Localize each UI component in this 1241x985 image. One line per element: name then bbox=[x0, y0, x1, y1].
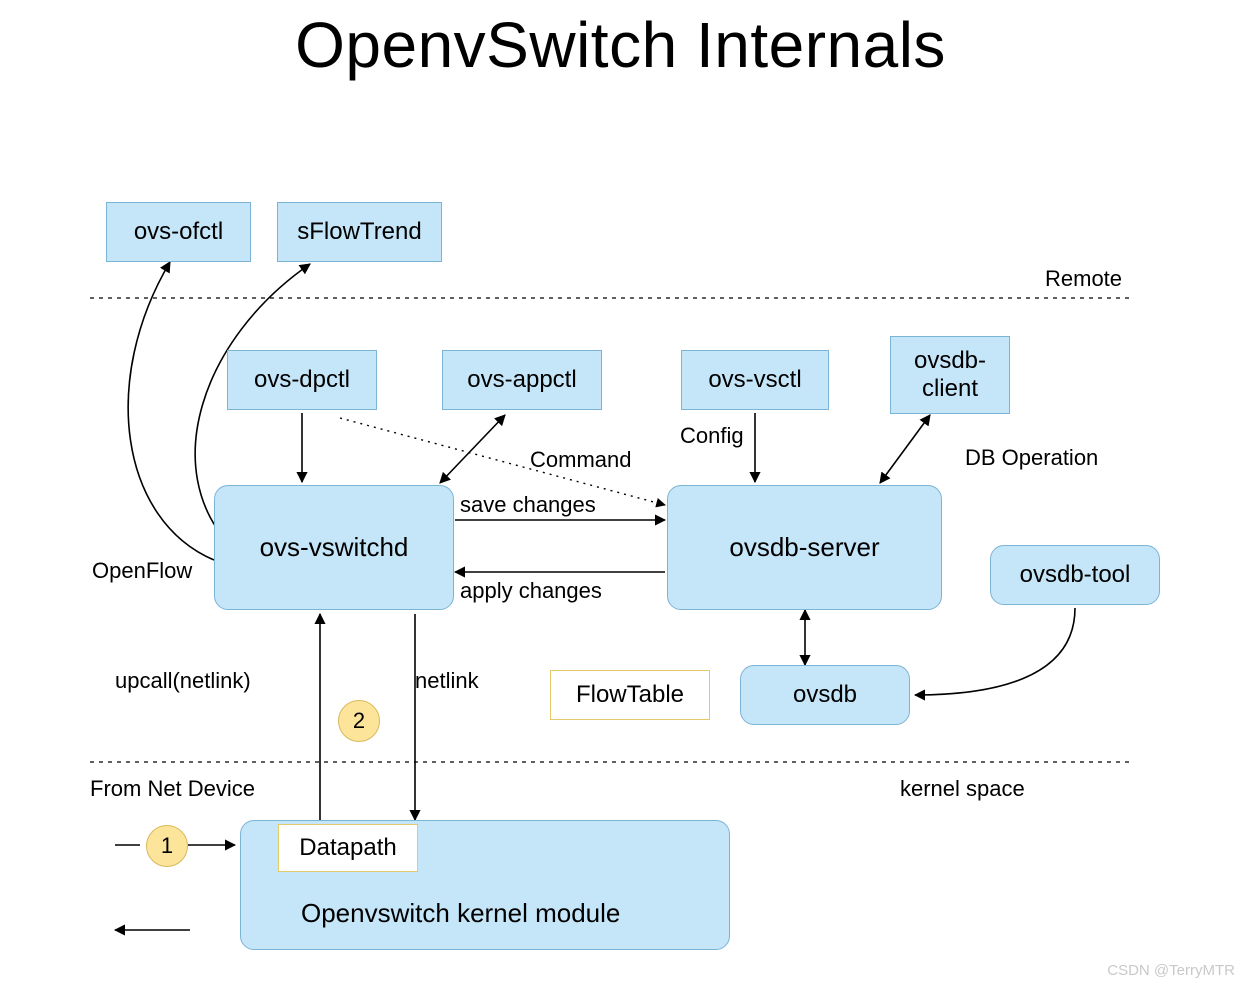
ovs-vsctl-box: ovs-vsctl bbox=[681, 350, 829, 410]
ovs-vswitchd-box: ovs-vswitchd bbox=[214, 485, 454, 610]
ovs-dpctl-box: ovs-dpctl bbox=[227, 350, 377, 410]
netlink-label: netlink bbox=[415, 668, 480, 693]
badge-one: 1 bbox=[146, 825, 188, 867]
kernel-space-label: kernel space bbox=[900, 776, 1025, 801]
config-label: Config bbox=[680, 423, 744, 448]
ovsdb-client-box: ovsdb- client bbox=[890, 336, 1010, 414]
sflowtrend-box: sFlowTrend bbox=[277, 202, 442, 262]
badge-two: 2 bbox=[338, 700, 380, 742]
save-changes-label: save changes bbox=[460, 492, 596, 517]
ovsdb-tool-box: ovsdb-tool bbox=[990, 545, 1160, 605]
db-operation-label: DB Operation bbox=[965, 445, 1098, 470]
flowtable-box: FlowTable bbox=[550, 670, 710, 720]
command-label: Command bbox=[530, 447, 631, 472]
apply-changes-label: apply changes bbox=[460, 578, 602, 603]
ovs-appctl-box: ovs-appctl bbox=[442, 350, 602, 410]
kernel-module-label: Openvswitch kernel module bbox=[301, 899, 620, 929]
ovsdb-server-box: ovsdb-server bbox=[667, 485, 942, 610]
from-net-device-label: From Net Device bbox=[90, 776, 255, 801]
ovsdb-box: ovsdb bbox=[740, 665, 910, 725]
upcall-label: upcall(netlink) bbox=[115, 668, 251, 693]
openflow-label: OpenFlow bbox=[92, 558, 192, 583]
watermark: CSDN @TerryMTR bbox=[1107, 962, 1235, 979]
datapath-box: Datapath bbox=[278, 824, 418, 872]
remote-label: Remote bbox=[1045, 266, 1122, 291]
ovs-ofctl-box: ovs-ofctl bbox=[106, 202, 251, 262]
